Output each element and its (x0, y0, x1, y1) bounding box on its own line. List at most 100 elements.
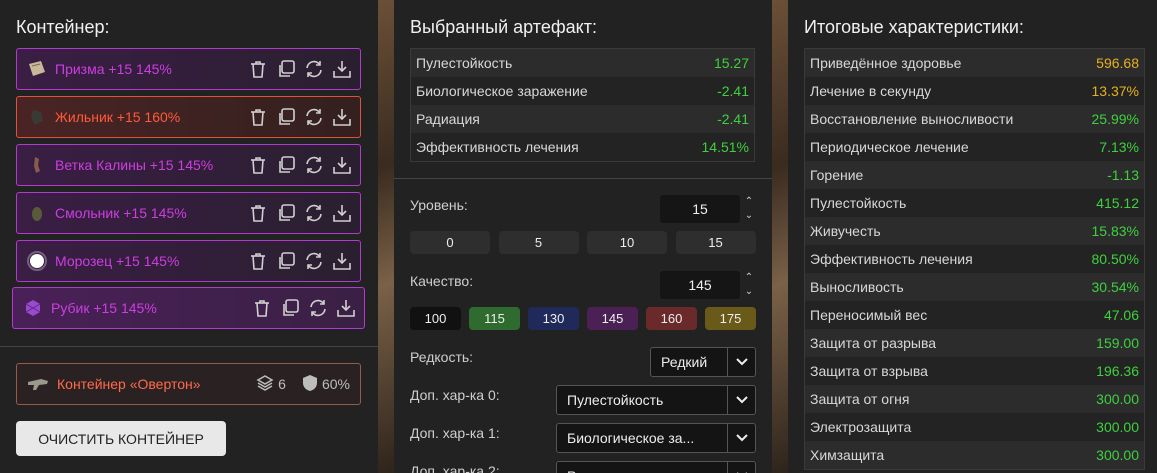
download-icon[interactable] (336, 298, 356, 318)
extra-stat-label: Доп. хар-ка 2: (410, 463, 500, 473)
level-increment-icon[interactable]: ⌃ (743, 197, 755, 207)
total-stat-row: Восстановление выносливости 25.99% (805, 105, 1144, 133)
total-stat-row: Выносливость 30.54% (805, 273, 1144, 301)
shield-icon (302, 374, 318, 395)
quality-decrement-icon[interactable]: ⌄ (743, 287, 755, 297)
total-stat-row: Приведённое здоровье 596.68 (805, 49, 1144, 77)
download-icon[interactable] (332, 251, 352, 271)
zhilnik-icon (27, 107, 47, 127)
copy-icon[interactable] (276, 107, 296, 127)
container-protection: 60% (321, 376, 350, 392)
trash-icon[interactable] (248, 155, 268, 175)
refresh-icon[interactable] (304, 59, 324, 79)
artifact-slot-name: Жильник +15 160% (55, 109, 181, 125)
artifact-stat-row: Биологическое заражение -2.41 (411, 77, 754, 105)
copy-icon[interactable] (276, 251, 296, 271)
total-stat-row: Химзащита 300.00 (805, 441, 1144, 469)
artifact-slot-name: Рубик +15 145% (51, 300, 157, 316)
artifact-slot[interactable]: Ветка Калины +15 145% (16, 144, 361, 186)
stat-value: 47.06 (1103, 307, 1139, 323)
download-icon[interactable] (332, 107, 352, 127)
trash-icon[interactable] (248, 107, 268, 127)
artifact-slot[interactable]: Призма +15 145% (16, 48, 361, 90)
quality-preset-button[interactable]: 130 (528, 307, 579, 330)
extra-stat-select[interactable]: Биологическое за... (556, 423, 756, 453)
level-preset-button[interactable]: 0 (410, 231, 490, 254)
totals-title: Итоговые характеристики: (804, 17, 1024, 37)
refresh-icon[interactable] (304, 203, 324, 223)
total-stat-row: Пулестойкость 415.12 (805, 189, 1144, 217)
morozets-icon (27, 251, 47, 271)
download-icon[interactable] (332, 203, 352, 223)
total-stat-row: Защита от огня 300.00 (805, 385, 1144, 413)
download-icon[interactable] (332, 155, 352, 175)
trash-icon[interactable] (248, 251, 268, 271)
trash-icon[interactable] (252, 298, 272, 318)
level-label: Уровень: (410, 197, 468, 213)
stat-label: Химзащита (810, 447, 885, 463)
stat-value: -2.41 (717, 111, 749, 127)
trash-icon[interactable] (248, 203, 268, 223)
artifact-slot[interactable]: Морозец +15 145% (16, 240, 361, 282)
chevron-down-icon (727, 424, 755, 452)
total-stat-row: Горение -1.13 (805, 161, 1144, 189)
total-stat-row: Электрозащита 300.00 (805, 413, 1144, 441)
quality-preset-button[interactable]: 100 (410, 307, 461, 330)
copy-icon[interactable] (276, 59, 296, 79)
totals-stats-table: Приведённое здоровье 596.68 Лечение в секу… (804, 48, 1145, 470)
extra-stat-value: Пулестойкость (567, 392, 664, 408)
download-icon[interactable] (332, 59, 352, 79)
artifact-slot[interactable]: Жильник +15 160% (16, 96, 361, 138)
totals-panel: Итоговые характеристики: Приведённое здо… (788, 0, 1157, 473)
stat-value: -1.13 (1107, 167, 1139, 183)
copy-icon[interactable] (276, 155, 296, 175)
quality-preset-button[interactable]: 115 (469, 307, 520, 330)
refresh-icon[interactable] (304, 251, 324, 271)
total-stat-row: Защита от разрыва 159.00 (805, 329, 1144, 357)
level-input[interactable]: 15 (660, 195, 740, 223)
stat-label: Горение (810, 167, 864, 183)
refresh-icon[interactable] (304, 155, 324, 175)
quality-preset-button[interactable]: 145 (587, 307, 638, 330)
stat-value: 80.50% (1091, 251, 1139, 267)
clear-container-button[interactable]: ОЧИСТИТЬ КОНТЕЙНЕР (16, 421, 226, 456)
level-preset-button[interactable]: 10 (587, 231, 667, 254)
rarity-select[interactable]: Редкий (650, 347, 756, 377)
stat-label: Периодическое лечение (810, 139, 969, 155)
artifact-slot-name: Морозец +15 145% (55, 253, 180, 269)
stat-label: Защита от огня (810, 391, 910, 407)
stat-label: Пулестойкость (810, 195, 907, 211)
prism-icon (27, 59, 47, 79)
extra-stat-label: Доп. хар-ка 0: (410, 387, 500, 403)
level-preset-button[interactable]: 15 (675, 231, 756, 254)
extra-stat-select[interactable]: Р... (556, 461, 756, 473)
extra-stat-select[interactable]: Пулестойкость (556, 385, 756, 415)
level-preset-button[interactable]: 5 (498, 231, 579, 254)
quality-input[interactable]: 145 (660, 271, 740, 299)
background-strip (772, 0, 788, 473)
total-stat-row: Защита от взрыва 196.36 (805, 357, 1144, 385)
artifact-slot[interactable]: Смольник +15 145% (16, 192, 361, 234)
artifact-stats-table: Пулестойкость 15.27 Биологическое заражени… (410, 48, 755, 162)
level-decrement-icon[interactable]: ⌄ (743, 211, 755, 221)
rarity-value: Редкий (661, 354, 708, 370)
container-box[interactable]: Контейнер «Овертон» 6 60% (16, 363, 361, 405)
divider (0, 346, 378, 347)
container-icon (27, 374, 49, 394)
quality-label: Качество: (410, 273, 474, 289)
refresh-icon[interactable] (308, 298, 328, 318)
container-panel: Контейнер: Призма +15 145% Жильник +15 16… (0, 0, 378, 473)
quality-preset-button[interactable]: 175 (705, 307, 756, 330)
trash-icon[interactable] (248, 59, 268, 79)
quality-preset-button[interactable]: 160 (646, 307, 697, 330)
chevron-down-icon (727, 348, 755, 376)
refresh-icon[interactable] (304, 107, 324, 127)
stat-value: 15.83% (1091, 223, 1139, 239)
divider (394, 178, 772, 179)
quality-increment-icon[interactable]: ⌃ (743, 273, 755, 283)
copy-icon[interactable] (280, 298, 300, 318)
total-stat-row: Переносимый вес 47.06 (805, 301, 1144, 329)
artifact-slot[interactable]: Рубик +15 145% (12, 287, 365, 329)
artifact-slot-name: Призма +15 145% (55, 61, 172, 77)
copy-icon[interactable] (276, 203, 296, 223)
